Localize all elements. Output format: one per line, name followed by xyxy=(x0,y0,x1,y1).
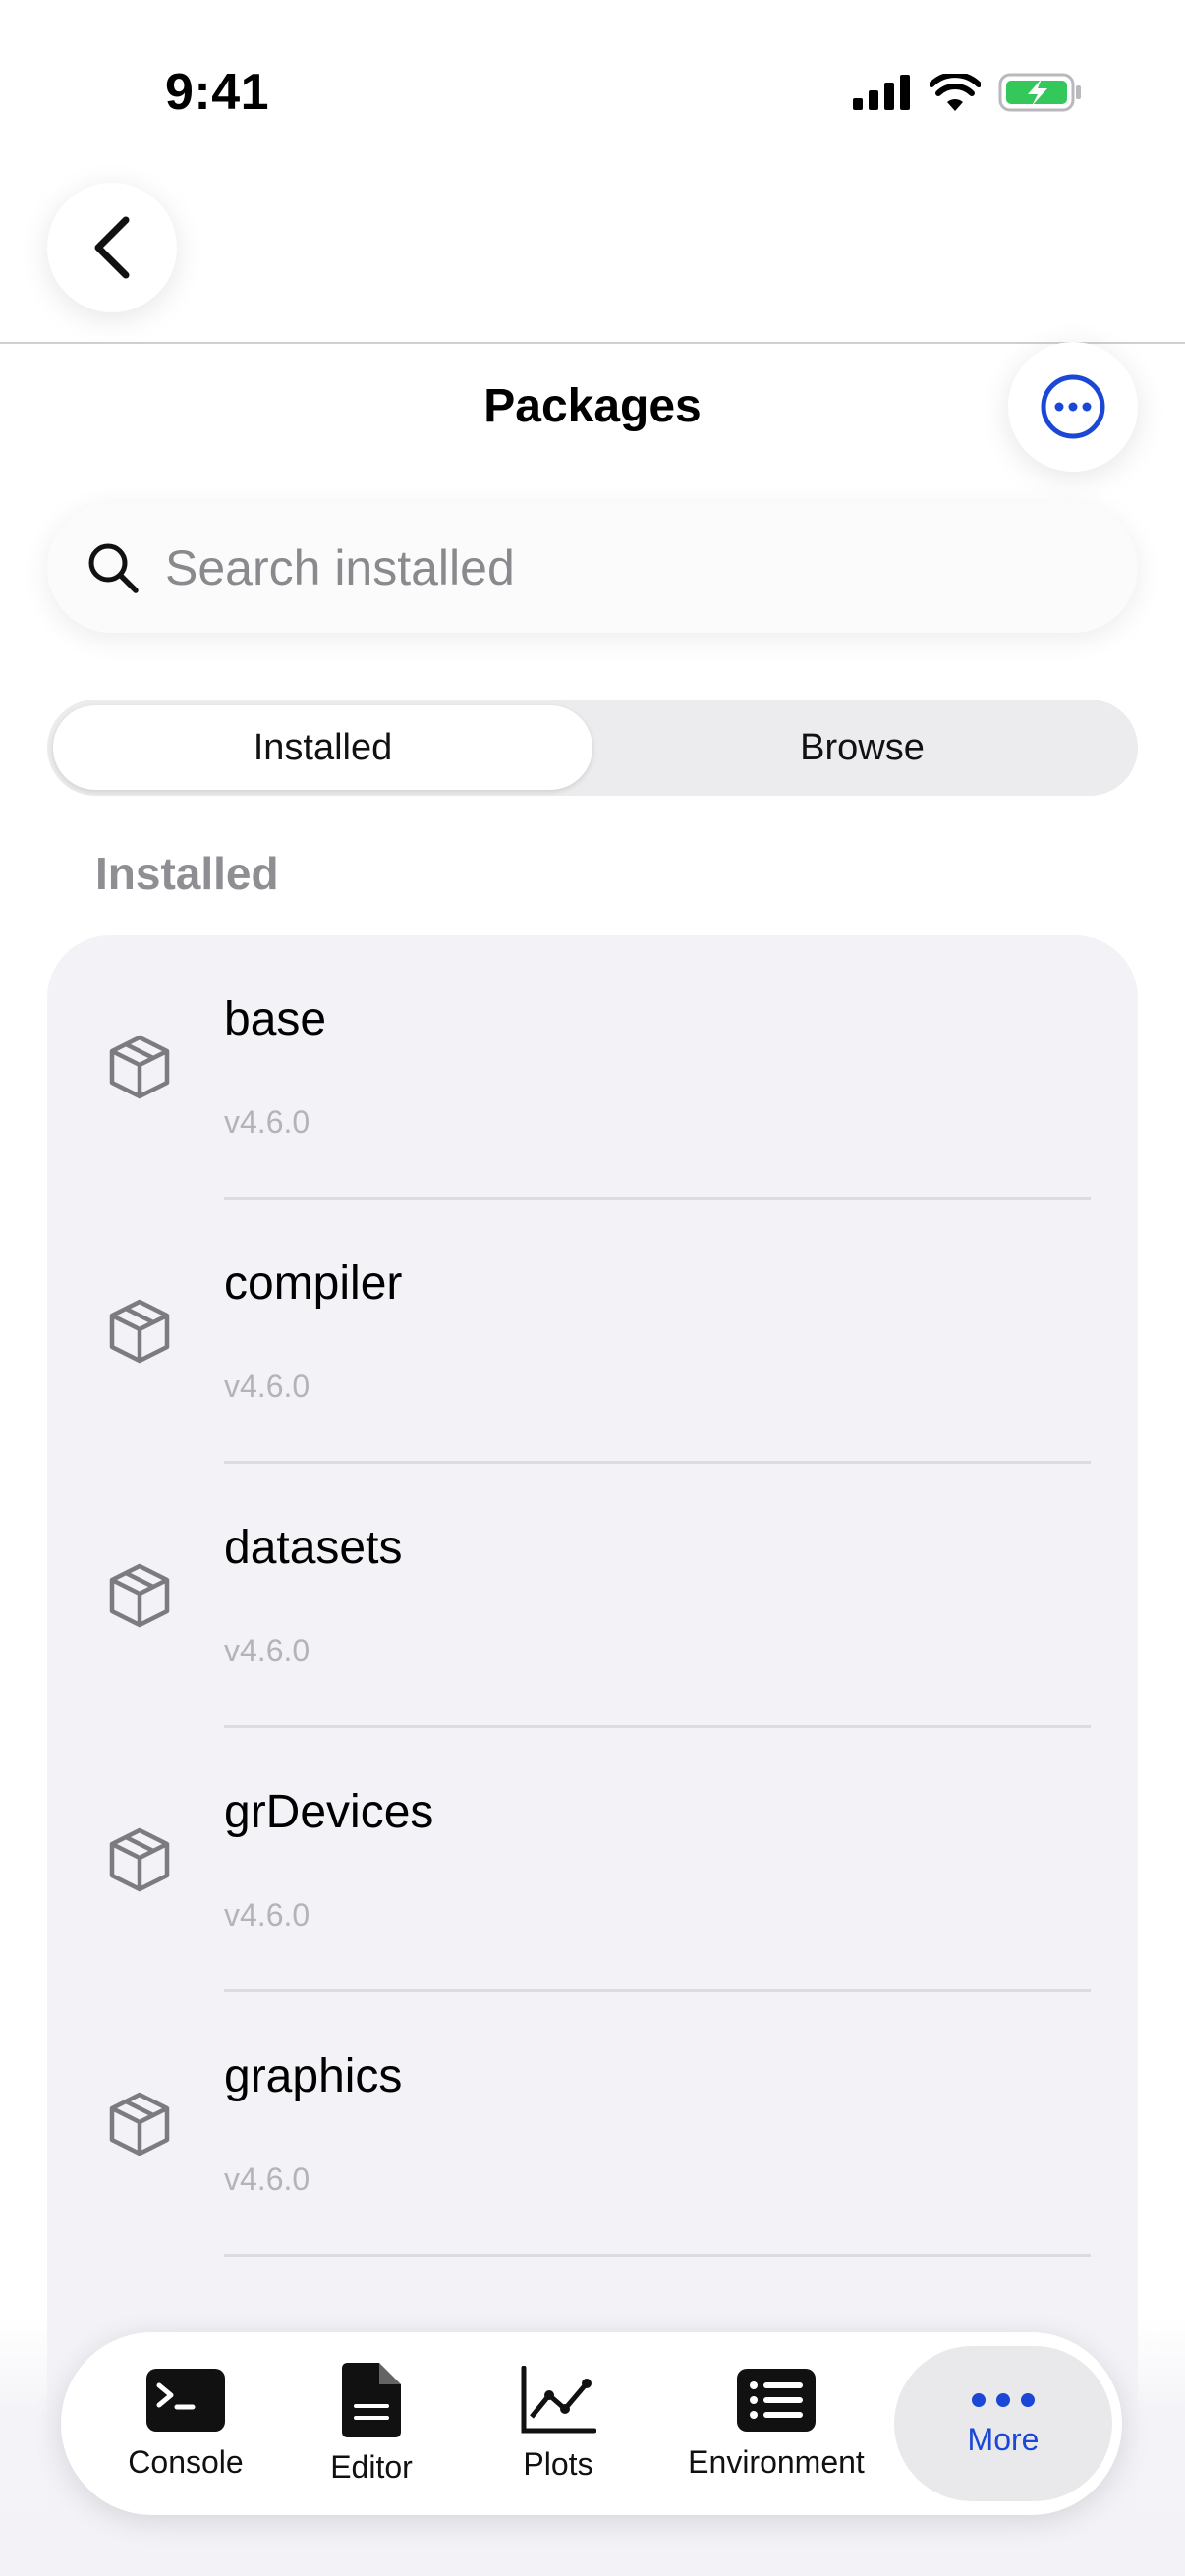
package-box-icon xyxy=(109,1827,170,1892)
chart-line-icon xyxy=(521,2365,596,2433)
tab-label: Environment xyxy=(688,2443,865,2480)
tab-label: More xyxy=(967,2421,1040,2457)
status-bar: 9:41 xyxy=(0,0,1185,187)
status-time: 9:41 xyxy=(165,64,270,121)
tab-plots[interactable]: Plots xyxy=(489,2332,627,2515)
tab-label: Editor xyxy=(330,2448,413,2485)
list-item[interactable]: grDevices v4.6.0 xyxy=(47,1728,1138,1992)
list-item[interactable]: base v4.6.0 xyxy=(47,935,1138,1200)
tab-console[interactable]: Console xyxy=(102,2332,269,2515)
tab-label: Plots xyxy=(523,2445,593,2482)
package-version: v4.6.0 xyxy=(224,1897,310,1932)
list-item[interactable]: datasets v4.6.0 xyxy=(47,1464,1138,1728)
package-box-icon xyxy=(109,1035,170,1099)
package-box-icon xyxy=(109,1563,170,1628)
package-box-icon xyxy=(109,2092,170,2156)
back-button[interactable] xyxy=(47,183,177,312)
tab-editor[interactable]: Editor xyxy=(303,2332,440,2515)
package-name: base xyxy=(224,993,327,1045)
package-version: v4.6.0 xyxy=(224,1369,310,1404)
cellular-signal-icon xyxy=(853,75,910,110)
search-input[interactable] xyxy=(165,539,1049,596)
chevron-left-icon xyxy=(94,216,130,279)
tab-label: Console xyxy=(128,2443,244,2480)
header-divider xyxy=(0,342,1185,344)
package-name: graphics xyxy=(224,2050,403,2102)
package-box-icon xyxy=(109,1299,170,1364)
segment-installed[interactable]: Installed xyxy=(53,705,592,790)
list-item[interactable]: graphics v4.6.0 xyxy=(47,1992,1138,2257)
package-name: compiler xyxy=(224,1258,403,1310)
package-name: datasets xyxy=(224,1522,403,1574)
package-name: grDevices xyxy=(224,1786,434,1838)
terminal-icon xyxy=(146,2368,225,2432)
row-divider xyxy=(224,2254,1091,2257)
list-item[interactable]: compiler v4.6.0 xyxy=(47,1200,1138,1464)
package-version: v4.6.0 xyxy=(224,2161,310,2197)
package-version: v4.6.0 xyxy=(224,1104,310,1140)
package-version: v4.6.0 xyxy=(224,1633,310,1668)
more-options-button[interactable] xyxy=(1008,342,1138,472)
segment-browse[interactable]: Browse xyxy=(592,705,1132,790)
search-bar[interactable] xyxy=(47,503,1138,633)
ellipsis-icon xyxy=(972,2392,1035,2407)
tab-bar: Console Editor Plots Environment More xyxy=(61,2332,1122,2515)
wifi-icon xyxy=(930,74,981,111)
segmented-control: Installed Browse xyxy=(47,700,1138,796)
ellipsis-circle-icon xyxy=(1041,374,1105,439)
tab-environment[interactable]: Environment xyxy=(678,2332,875,2515)
search-icon xyxy=(88,543,139,593)
status-icons xyxy=(853,73,1083,112)
document-icon xyxy=(342,2362,401,2437)
battery-charging-icon xyxy=(998,73,1081,112)
tab-more[interactable]: More xyxy=(894,2346,1112,2501)
section-header: Installed xyxy=(95,848,279,899)
list-icon xyxy=(737,2368,816,2432)
